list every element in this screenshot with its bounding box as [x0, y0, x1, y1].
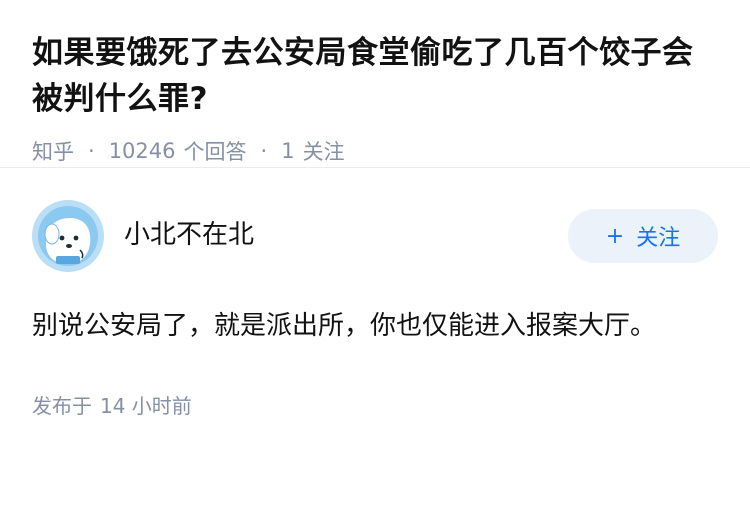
- separator-dot: ·: [88, 139, 95, 163]
- follower-count-label: 关注: [302, 140, 345, 164]
- answer-time: 发布于 14 小时前: [32, 390, 718, 419]
- author-name[interactable]: 小北不在北: [124, 214, 568, 251]
- avatar-image: [32, 200, 104, 272]
- plus-icon: +: [605, 223, 625, 249]
- question-title[interactable]: 如果要饿死了去公安局食堂偷吃了几百个饺子会被判什么罪?: [32, 30, 718, 122]
- answer-content[interactable]: 别说公安局了，就是派出所，你也仅能进入报案大厅。: [32, 302, 718, 350]
- author-row: 小北不在北 + 关注: [32, 198, 718, 274]
- follow-button-label: 关注: [636, 226, 681, 251]
- avatar[interactable]: [32, 200, 104, 272]
- separator-dot: ·: [260, 139, 268, 163]
- published-time: 14 小时前: [100, 394, 192, 418]
- published-label: 发布于: [32, 394, 92, 418]
- answer-count-label: 个回答: [183, 140, 247, 164]
- source-label[interactable]: 知乎: [32, 136, 74, 166]
- answer-card: 小北不在北 + 关注 别说公安局了，就是派出所，你也仅能进入报案大厅。 发布于 1…: [0, 168, 750, 419]
- follower-count: 1: [281, 139, 295, 163]
- question-header: 如果要饿死了去公安局食堂偷吃了几百个饺子会被判什么罪? 知乎 · 10246 个…: [0, 0, 750, 168]
- follow-button[interactable]: + 关注: [568, 209, 718, 263]
- question-meta: 知乎 · 10246 个回答 · 1 关注: [32, 136, 718, 166]
- answer-count: 10246: [108, 139, 176, 163]
